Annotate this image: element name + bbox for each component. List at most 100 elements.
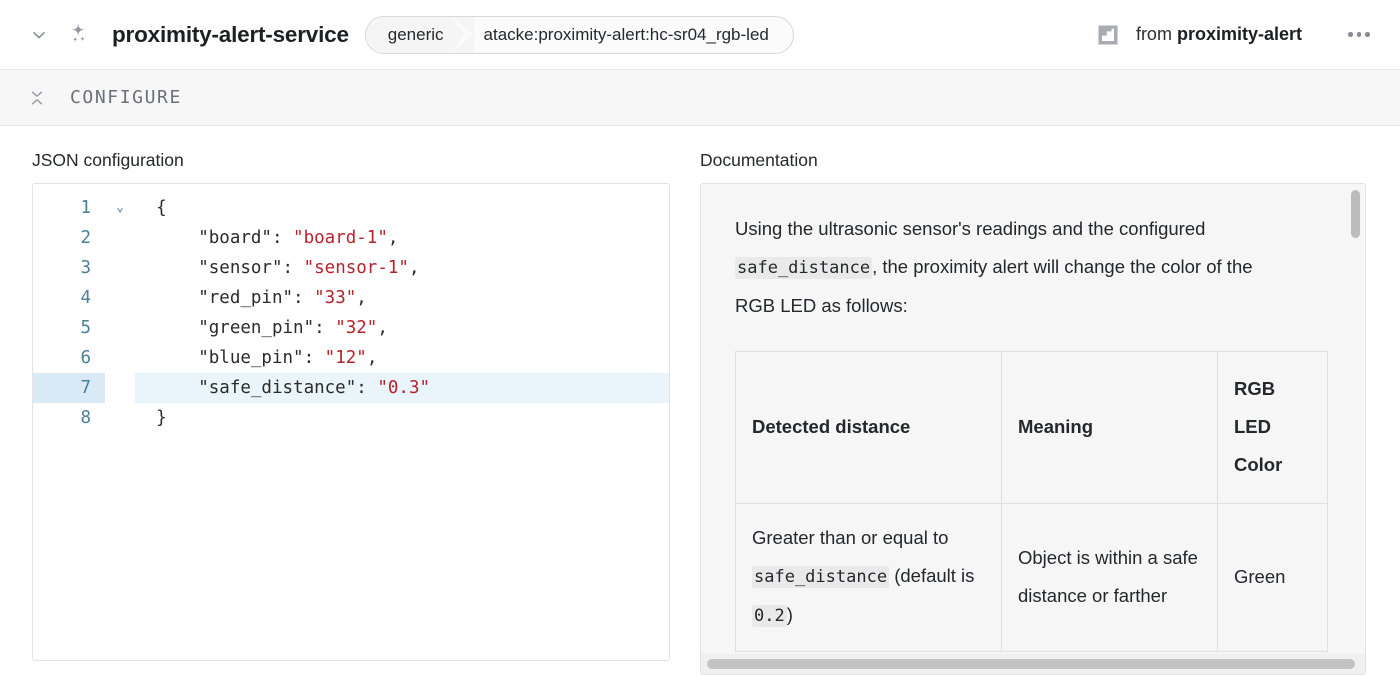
documentation-box: Using the ultrasonic sensor's readings a… [700,182,1366,675]
json-editor[interactable]: 1 ⌄ {2 "board": "board-1", 3 "sensor": "se… [32,182,670,661]
code-text: "safe_distance": "0.3" [135,372,669,403]
line-number: 3 [80,257,91,278]
collapse-vertical-icon[interactable] [26,87,48,109]
dot [1348,32,1353,37]
doc-horizontal-scrollbar[interactable] [701,654,1365,674]
json-key: "blue_pin" [135,347,304,368]
code-line[interactable]: 1 ⌄ { [33,193,669,223]
json-comma: , [356,287,367,308]
line-number: 7 [33,372,105,403]
line-number: 2 [80,227,91,248]
json-value: "33" [314,287,357,308]
distance-text-default-end: ) [786,604,793,625]
layout-blueprint-icon [1096,23,1120,47]
table-header-detected-distance: Detected distance [735,350,1002,504]
source-prefix: from [1135,24,1177,44]
ellipsis-horizontal-icon[interactable] [1342,20,1376,50]
json-separator: : [303,347,325,368]
configure-section-bar[interactable]: CONFIGURE [0,70,1400,126]
code-text: "sensor": "sensor-1", [135,253,669,283]
service-header: proximity-alert-service generic atacke:p… [0,0,1400,70]
code-line[interactable]: 8 } [33,403,669,433]
json-separator: : [271,227,294,248]
json-key: "red_pin" [135,287,294,308]
json-comma: , [408,257,420,278]
code-text: "blue_pin": "12", [135,343,669,373]
chevron-down-icon[interactable] [28,24,50,46]
code-text: } [135,407,167,428]
page-title: proximity-alert-service [112,21,349,47]
line-number: 1 [80,197,91,218]
distance-text-default-pre: (default is [889,565,975,586]
doc-horizontal-scrollbar-thumb[interactable] [707,659,1355,669]
line-number: 5 [80,317,91,338]
documentation-scroll-content: Using the ultrasonic sensor's readings a… [701,184,1365,675]
line-number: 4 [80,287,91,308]
json-value: "0.3" [377,377,431,398]
breadcrumb-path: atacke:proximity-alert:hc-sr04_rgb-led [483,24,769,44]
json-value: "sensor-1" [303,257,409,278]
code-line[interactable]: 6 "blue_pin": "12", [33,343,669,373]
table-cell-detected-distance: Greater than or equal to safe_distance (… [735,502,1002,652]
distance-text-pre: Greater than or equal to [752,527,949,548]
doc-vertical-scrollbar[interactable] [1351,189,1360,653]
json-key: "sensor" [135,257,283,278]
dot [1356,32,1362,37]
code-text: { [135,197,167,218]
table-cell-color: Green [1217,502,1328,652]
configure-label: CONFIGURE [70,87,182,108]
json-key: "safe_distance" [135,377,357,398]
table-header-meaning: Meaning [1001,350,1218,504]
code-line[interactable]: 5 "green_pin": "32", [33,313,669,343]
sparkles-icon [64,20,94,50]
table-cell-meaning: Object is within a safe distance or fart… [1001,502,1218,652]
json-configuration-panel: JSON configuration 1 ⌄ {2 "board": "board… [32,150,670,675]
json-key: "board" [135,227,272,248]
table-row: Greater than or equal to safe_distance (… [735,502,1328,652]
source-name: proximity-alert [1176,24,1302,44]
breadcrumb-kind: generic [365,16,452,53]
code-line[interactable]: 7 "safe_distance": "0.3" [33,372,669,403]
json-separator: : [282,257,304,278]
dot [1365,32,1370,37]
documentation-label: Documentation [700,150,818,170]
code-text: "red_pin": "33", [135,283,669,313]
fold-toggle-icon[interactable]: ⌄ [105,193,135,223]
json-value: "32" [335,317,378,338]
json-comma: , [366,347,378,368]
content-area: JSON configuration 1 ⌄ {2 "board": "board… [0,126,1400,675]
rgb-led-color-table: Detected distance Meaning RGB LED Color … [735,350,1328,652]
json-separator: : [293,287,315,308]
json-key: "green_pin" [135,317,315,338]
json-configuration-label: JSON configuration [32,150,184,170]
table-header-rgb-led-color: RGB LED Color [1217,350,1328,504]
distance-inline-code-default: 0.2 [752,605,787,627]
json-separator: : [356,377,378,398]
json-comma: , [377,317,388,338]
line-number: 6 [80,347,91,368]
documentation-paragraph: Using the ultrasonic sensor's readings a… [735,210,1295,325]
table-header-row: Detected distance Meaning RGB LED Color [735,350,1328,504]
json-comma: , [387,227,399,248]
json-value: "board-1" [293,227,388,248]
doc-vertical-scrollbar-thumb[interactable] [1351,189,1360,238]
breadcrumb[interactable]: generic atacke:proximity-alert:hc-sr04_r… [364,15,794,54]
distance-inline-code-safe-distance: safe_distance [752,566,890,588]
code-line[interactable]: 2 "board": "board-1", [33,223,669,253]
code-line[interactable]: 3 "sensor": "sensor-1", [33,253,669,283]
doc-inline-code-safe-distance: safe_distance [735,256,873,279]
code-line[interactable]: 4 "red_pin": "33", [33,283,669,313]
breadcrumb-separator-icon [451,16,474,53]
doc-paragraph-part1: Using the ultrasonic sensor's readings a… [735,217,1206,239]
documentation-panel: Documentation Using the ultrasonic senso… [700,150,1366,675]
code-text: "board": "board-1", [135,223,669,253]
source-group[interactable]: from proximity-alert [1096,23,1302,47]
code-text: "green_pin": "32", [135,313,669,343]
json-value: "12" [324,347,367,368]
